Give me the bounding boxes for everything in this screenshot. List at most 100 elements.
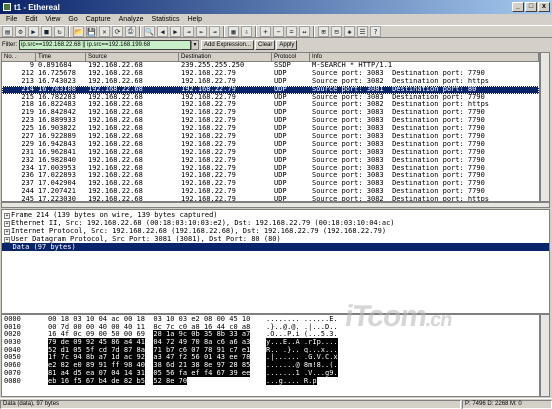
open-icon[interactable]: 📂: [73, 26, 84, 37]
zoom-in-icon[interactable]: +: [260, 26, 271, 37]
detail-tree-item[interactable]: + Internet Protocol, Src: 192.168.22.68 (…: [2, 227, 549, 235]
detail-text: Frame 214 (139 bytes on wire, 139 bytes …: [11, 211, 218, 219]
hex-bytes-a[interactable]: 79 de 09 92 45 86 a4 41: [48, 338, 145, 347]
options-icon[interactable]: ⚙: [15, 26, 26, 37]
clear-button[interactable]: Clear: [255, 40, 276, 50]
filter-dropdown-icon[interactable]: ▼: [191, 40, 199, 50]
col-header-time[interactable]: Time: [36, 53, 86, 61]
packet-row[interactable]: 225 16.903822 192.168.22.68 192.168.22.79 UD…: [2, 125, 539, 133]
detail-tree-item[interactable]: + Frame 214 (139 bytes on wire, 139 bytes…: [2, 211, 549, 219]
resize-columns-icon[interactable]: ↔: [299, 26, 310, 37]
hex-bytes-a[interactable]: 81 a4 d5 ea 07 04 14 31: [48, 368, 145, 377]
menu-file[interactable]: File: [2, 16, 21, 23]
packet-cell-proto: SSDP: [274, 62, 291, 69]
coloring-rules-icon[interactable]: ◈: [344, 26, 355, 37]
capture-filter-icon[interactable]: ⊞: [318, 26, 329, 37]
menu-edit[interactable]: Edit: [21, 16, 41, 23]
packet-cell-src: 192.168.22.68: [88, 172, 143, 180]
bytes-pane-scrollbar[interactable]: [540, 314, 550, 397]
packet-row[interactable]: 234 17.003953 192.168.22.68 192.168.22.79 UD…: [2, 165, 539, 173]
maximize-button[interactable]: □: [525, 2, 537, 12]
detail-tree-item[interactable]: + User Datagram Protocol, Src Port: 3081 …: [2, 235, 549, 243]
close-button[interactable]: x: [538, 2, 550, 12]
hex-ascii[interactable]: y...E..A .rIp....: [266, 338, 338, 347]
goto-icon[interactable]: ⇥: [183, 26, 194, 37]
first-icon[interactable]: ⇤: [196, 26, 207, 37]
packet-cell-time: 17.003953: [38, 164, 76, 172]
packet-row[interactable]: 236 17.022893 192.168.22.68 192.168.22.79 UD…: [2, 172, 539, 180]
menu-statistics[interactable]: Statistics: [148, 16, 184, 23]
minimize-button[interactable]: _: [512, 2, 524, 12]
hex-ascii[interactable]: .......1 .V...g9.: [266, 368, 338, 377]
zoom-normal-icon[interactable]: =: [286, 26, 297, 37]
col-header-source[interactable]: Source: [86, 53, 179, 61]
packet-cell-dst: 192.168.22.79: [181, 101, 236, 109]
restart-icon[interactable]: ↻: [54, 26, 65, 37]
forward-icon[interactable]: ▶: [170, 26, 181, 37]
preferences-icon[interactable]: ☰: [357, 26, 368, 37]
detail-tree-item[interactable]: Data (97 bytes): [2, 243, 549, 251]
hex-bytes-b[interactable]: 38 6d 21 38 8e 97 28 85: [153, 361, 251, 370]
print-icon[interactable]: ⎙: [125, 26, 136, 37]
packet-cell-time: 17.042904: [38, 180, 76, 188]
packet-row[interactable]: 244 17.207421 192.168.22.68 192.168.22.79 UD…: [2, 188, 539, 196]
menu-analyze[interactable]: Analyze: [115, 16, 148, 23]
menu-go[interactable]: Go: [64, 16, 81, 23]
stop-icon[interactable]: ■: [41, 26, 52, 37]
apply-button[interactable]: Apply: [276, 40, 298, 50]
packet-row[interactable]: 9 0.891684 192.168.22.68 239.255.255.250 SSD…: [2, 62, 539, 70]
packet-cell-src: 192.168.22.68: [88, 140, 143, 148]
last-icon[interactable]: ⇥: [209, 26, 220, 37]
detail-tree-item[interactable]: + Ethernet II, Src: 192.168.22.68 (00:18:…: [2, 219, 549, 227]
hex-bytes-a[interactable]: eb 16 f5 67 b4 de 82 b5: [48, 376, 145, 385]
packet-row[interactable]: 213 16.743023 192.168.22.68 192.168.22.79 UD…: [2, 78, 539, 86]
close-file-icon[interactable]: ✕: [99, 26, 110, 37]
packet-row[interactable]: 212 16.725678 192.168.22.68 192.168.22.79 UD…: [2, 70, 539, 78]
menu-capture[interactable]: Capture: [82, 16, 115, 23]
packet-row[interactable]: 227 16.922889 192.168.22.68 192.168.22.79 UD…: [2, 133, 539, 141]
packet-list-scrollbar[interactable]: [540, 52, 550, 202]
autoscroll-icon[interactable]: ⇩: [241, 26, 252, 37]
display-filter-icon[interactable]: ⊟: [331, 26, 342, 37]
colorize-icon[interactable]: ▦: [228, 26, 239, 37]
packet-cell-dst: 192.168.22.79: [181, 140, 236, 148]
packet-row[interactable]: 231 16.962841 192.168.22.68 192.168.22.79 UD…: [2, 149, 539, 157]
packet-list-hscrollbar[interactable]: [1, 202, 550, 208]
packet-row[interactable]: 215 16.782283 192.168.22.68 192.168.22.79 UD…: [2, 94, 539, 102]
interfaces-icon[interactable]: ▤: [2, 26, 13, 37]
hex-bytes-a[interactable]: e2 82 e0 89 91 ff 98 40: [48, 361, 145, 370]
menu-help[interactable]: Help: [184, 16, 206, 23]
packet-cell-info: Source port: 3083 Destination port: 7790: [312, 172, 485, 180]
packet-row[interactable]: 214 16.763108 192.168.22.68 192.168.22.79 UD…: [2, 85, 539, 94]
packet-row[interactable]: 232 16.982840 192.168.22.68 192.168.22.79 UD…: [2, 157, 539, 165]
menu-view[interactable]: View: [41, 16, 64, 23]
back-icon[interactable]: ◀: [157, 26, 168, 37]
col-header-no[interactable]: No. .: [2, 53, 36, 61]
hex-bytes-b[interactable]: 52 8e 70: [153, 376, 188, 385]
hex-ascii[interactable]: .......@ 8m!8..(.: [266, 361, 338, 370]
zoom-out-icon[interactable]: −: [273, 26, 284, 37]
packet-cell-info: Source port: 3083 Destination port: 7790: [312, 140, 485, 148]
packet-row[interactable]: 229 16.942843 192.168.22.68 192.168.22.79 UD…: [2, 141, 539, 149]
start-icon[interactable]: ▶: [28, 26, 39, 37]
save-icon[interactable]: 💾: [86, 26, 97, 37]
packet-row[interactable]: 219 16.842842 192.168.22.68 192.168.22.79 UD…: [2, 109, 539, 117]
col-header-destination[interactable]: Destination: [179, 53, 272, 61]
packet-row[interactable]: 218 16.822483 192.168.22.68 192.168.22.79 UD…: [2, 101, 539, 109]
col-header-info[interactable]: Info: [310, 53, 539, 61]
filter-input[interactable]: ip.src==192.168.22.68 || ip.src==192.168…: [19, 40, 191, 50]
hex-bytes-b[interactable]: 05 56 fa ef f4 67 39 ee: [153, 368, 251, 377]
packet-row[interactable]: 223 16.889933 192.168.22.68 192.168.22.79 UD…: [2, 117, 539, 125]
packet-cell-dst: 192.168.22.79: [181, 164, 236, 172]
menu-bar: File Edit View Go Capture Analyze Statis…: [0, 14, 552, 25]
packet-row[interactable]: 237 17.042904 192.168.22.68 192.168.22.79 UD…: [2, 180, 539, 188]
help-icon[interactable]: ?: [370, 26, 381, 37]
hex-ascii[interactable]: ...g.... R.p: [266, 376, 317, 385]
col-header-protocol[interactable]: Protocol: [272, 53, 310, 61]
add-expression-button[interactable]: Add Expression...: [201, 40, 255, 50]
reload-icon[interactable]: ⟳: [112, 26, 123, 37]
packet-cell-no: 212: [21, 69, 34, 77]
hex-bytes-b[interactable]: 04 72 49 70 8a c6 a6 a3: [153, 338, 251, 347]
packet-cell-info: Source port: 3082 Destination port: http…: [312, 101, 490, 109]
find-icon[interactable]: 🔍: [144, 26, 155, 37]
